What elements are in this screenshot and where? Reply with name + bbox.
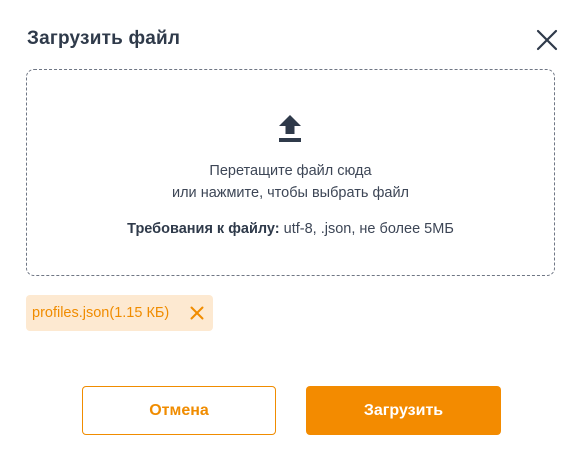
- cancel-button[interactable]: Отмена: [82, 386, 276, 435]
- file-name: profiles.json(1.15 КБ): [32, 305, 170, 321]
- file-requirements-value: utf-8, .json, не более 5МБ: [279, 221, 454, 237]
- file-requirements-label: Требования к файлу:: [127, 221, 280, 237]
- upload-icon: [279, 115, 301, 142]
- dropzone-instruction: Перетащите файл сюда: [209, 163, 372, 179]
- close-icon: [190, 306, 204, 320]
- close-button[interactable]: [533, 26, 561, 54]
- remove-file-button[interactable]: [189, 305, 205, 321]
- upload-button[interactable]: Загрузить: [306, 386, 501, 435]
- file-dropzone[interactable]: Перетащите файл сюда или нажмите, чтобы …: [26, 69, 555, 276]
- upload-dialog: Загрузить файл Перетащите файл сюда или …: [0, 0, 582, 461]
- dialog-title: Загрузить файл: [27, 28, 181, 49]
- dropzone-instruction-secondary: или нажмите, чтобы выбрать файл: [172, 185, 409, 201]
- file-requirements: Требования к файлу: utf-8, .json, не бол…: [27, 221, 554, 237]
- selected-file-chip: profiles.json(1.15 КБ): [26, 295, 214, 331]
- close-icon: [536, 29, 558, 51]
